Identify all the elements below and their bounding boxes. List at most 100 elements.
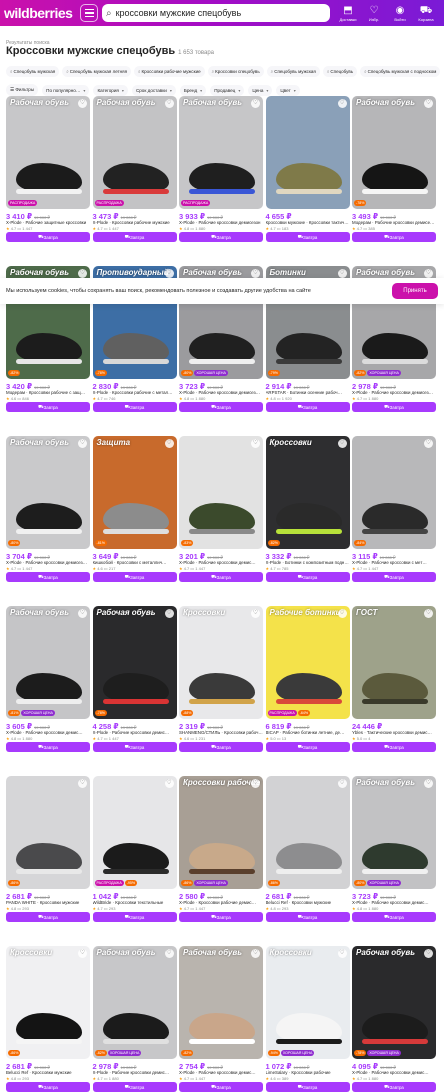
- favorite-heart-icon[interactable]: ♡: [164, 99, 174, 108]
- product-card[interactable]: Рабочая обувь ♡ -80% 3 704 ₽19 000 ₽ X-Plode…: [6, 436, 90, 582]
- add-to-cart-button[interactable]: ⛟ Завтра: [6, 1082, 90, 1092]
- product-image[interactable]: Кроссовки ♡ -82%: [265, 436, 350, 549]
- breadcrumb[interactable]: Результаты поиска: [0, 26, 444, 46]
- product-image[interactable]: Рабочие ботинки ♡ РАСПРОДАЖА -64%: [265, 606, 350, 719]
- filter-dropdown[interactable]: Продавец ▾: [210, 84, 245, 96]
- suggestion-tag[interactable]: ⌕Спецобувь мужская: [6, 65, 60, 77]
- wildberries-logo[interactable]: wildberries: [4, 5, 80, 21]
- product-image[interactable]: Рабочая обувь ♡ -78% ХОРОШАЯ ЦЕНА: [352, 946, 436, 1059]
- product-image[interactable]: Кроссовки ♡ -94% ХОРОШАЯ ЦЕНА: [265, 946, 350, 1059]
- add-to-cart-button[interactable]: ⛟ Завтра: [265, 912, 350, 922]
- favorite-heart-icon[interactable]: ♡: [424, 609, 433, 618]
- favorite-heart-icon[interactable]: ♡: [164, 269, 174, 278]
- product-image[interactable]: Рабочая обувь ♡ -80% ХОРОШАЯ ЦЕНА: [352, 776, 436, 889]
- add-to-cart-button[interactable]: ⛟ Завтра: [6, 572, 90, 582]
- favorite-heart-icon[interactable]: ♡: [337, 779, 347, 788]
- filter-dropdown[interactable]: Срок доставки ▾: [131, 84, 176, 96]
- product-image[interactable]: Кроссовки ♡ -86%: [6, 946, 90, 1059]
- favorite-heart-icon[interactable]: ♡: [251, 949, 260, 958]
- product-image[interactable]: Рабочая обувь ♡ РАСПРОДАЖА: [6, 96, 90, 209]
- favorite-heart-icon[interactable]: ♡: [78, 949, 87, 958]
- favorite-heart-icon[interactable]: ♡: [251, 99, 260, 108]
- product-image[interactable]: Рабочая обувь ♡ -78%: [92, 606, 177, 719]
- favorite-heart-icon[interactable]: ♡: [424, 99, 433, 108]
- product-card[interactable]: Рабочая обувь ♡ -80% ХОРОШАЯ ЦЕНА 3 723 ₽19 …: [352, 776, 436, 922]
- product-image[interactable]: ♡ -86%: [265, 776, 350, 889]
- add-to-cart-button[interactable]: ⛟ Завтра: [352, 912, 436, 922]
- product-card[interactable]: Кроссовки ♡ -82% 3 332 ₽19 000 ₽ X-Plode · Б…: [265, 436, 350, 582]
- product-card[interactable]: Кроссовки ♡ -94% ХОРОШАЯ ЦЕНА 1 072 ₽19 000 …: [265, 946, 350, 1092]
- product-image[interactable]: ♡: [265, 96, 350, 209]
- favorite-heart-icon[interactable]: ♡: [424, 949, 433, 958]
- product-card[interactable]: Рабочая обувь ♡ -78% 4 258 ₽19 000 ₽ X-Plode…: [92, 606, 177, 752]
- product-card[interactable]: Рабочая обувь ♡ -78% ХОРОШАЯ ЦЕНА 4 095 ₽19 …: [352, 946, 436, 1092]
- add-to-cart-button[interactable]: ⛟ Завтра: [352, 742, 436, 752]
- add-to-cart-button[interactable]: ⛟ Завтра: [265, 1082, 350, 1092]
- product-card[interactable]: Рабочая обувь ♡ -82% ХОРОШАЯ ЦЕНА 2 978 ₽19 …: [92, 946, 177, 1092]
- add-to-cart-button[interactable]: ⛟ Завтра: [6, 912, 90, 922]
- product-image[interactable]: Рабочая обувь ♡ -81% ХОРОШАЯ ЦЕНА: [6, 606, 90, 719]
- add-to-cart-button[interactable]: ⛟ Завтра: [179, 912, 263, 922]
- product-image[interactable]: Кроссовки рабочие ♡ -86% ХОРОШАЯ ЦЕНА: [179, 776, 263, 889]
- add-to-cart-button[interactable]: ⛟ Завтра: [6, 402, 90, 412]
- product-image[interactable]: Рабочая обувь ♡ -78%: [352, 96, 436, 209]
- favorite-heart-icon[interactable]: ♡: [164, 779, 174, 788]
- favorite-heart-icon[interactable]: ♡: [337, 99, 347, 108]
- favorite-heart-icon[interactable]: ♡: [78, 99, 87, 108]
- product-card[interactable]: ♡ -84% 3 115 ₽19 000 ₽ X-Plode · Рабочие кр…: [352, 436, 436, 582]
- add-to-cart-button[interactable]: ⛟ Завтра: [92, 572, 177, 582]
- product-image[interactable]: Рабочая обувь ♡ -80%: [6, 436, 90, 549]
- favorite-heart-icon[interactable]: ♡: [424, 779, 433, 788]
- product-card[interactable]: Рабочие ботинки ♡ РАСПРОДАЖА -64% 6 819 ₽19 …: [265, 606, 350, 752]
- product-image[interactable]: ♡ -84%: [352, 436, 436, 549]
- product-image[interactable]: Рабочая обувь ♡ РАСПРОДАЖА: [179, 96, 263, 209]
- add-to-cart-button[interactable]: ⛟ Завтра: [265, 232, 350, 242]
- add-to-cart-button[interactable]: ⛟ Завтра: [92, 1082, 177, 1092]
- add-to-cart-button[interactable]: ⛟ Завтра: [92, 912, 177, 922]
- header-action-login[interactable]: ◉ Войти: [388, 5, 412, 22]
- header-action-deliveries[interactable]: ⬒ Доставки: [336, 5, 360, 22]
- add-to-cart-button[interactable]: ⛟ Завтра: [352, 572, 436, 582]
- product-card[interactable]: Рабочая обувь ♡ РАСПРОДАЖА 3 933 ₽19 000 ₽ X…: [179, 96, 263, 242]
- product-image[interactable]: Рабочая обувь ♡ -82% ХОРОШАЯ ЦЕНА: [92, 946, 177, 1059]
- product-card[interactable]: ГОСТ ♡ 24 446 ₽ Ybles · Тактические кроссов…: [352, 606, 436, 752]
- product-card[interactable]: Рабочая обувь ♡ -81% ХОРОШАЯ ЦЕНА 3 605 ₽19 …: [6, 606, 90, 752]
- add-to-cart-button[interactable]: ⛟ Завтра: [179, 402, 263, 412]
- add-to-cart-button[interactable]: ⛟ Завтра: [352, 1082, 436, 1092]
- add-to-cart-button[interactable]: ⛟ Завтра: [265, 402, 350, 412]
- menu-burger-button[interactable]: [80, 4, 98, 22]
- product-card[interactable]: ♡ 4 655 ₽ Кроссовки мужские · Кроссовки та…: [265, 96, 350, 242]
- product-card[interactable]: ♡ -83% 3 201 ₽19 000 ₽ X-Plode · Рабочие кр…: [179, 436, 263, 582]
- add-to-cart-button[interactable]: ⛟ Завтра: [179, 232, 263, 242]
- add-to-cart-button[interactable]: ⛟ Завтра: [179, 1082, 263, 1092]
- favorite-heart-icon[interactable]: ♡: [337, 269, 347, 278]
- product-card[interactable]: Защита ♡ -81% 3 649 ₽19 000 ₽ Кишкобой · Кро…: [92, 436, 177, 582]
- product-card[interactable]: Кроссовки рабочие ♡ -86% ХОРОШАЯ ЦЕНА 2 580 …: [179, 776, 263, 922]
- add-to-cart-button[interactable]: ⛟ Завтра: [179, 742, 263, 752]
- suggestion-tag[interactable]: ⌕Спецобувь: [322, 65, 358, 77]
- accept-cookies-button[interactable]: Принять: [392, 283, 438, 299]
- filter-dropdown[interactable]: Бренд ▾: [179, 84, 207, 96]
- favorite-heart-icon[interactable]: ♡: [78, 779, 87, 788]
- product-card[interactable]: Рабочая обувь ♡ РАСПРОДАЖА 3 410 ₽19 000 ₽ X…: [6, 96, 90, 242]
- product-image[interactable]: Защита ♡ -81%: [92, 436, 177, 549]
- product-image[interactable]: Рабочая обувь ♡ РАСПРОДАЖА: [92, 96, 177, 209]
- favorite-heart-icon[interactable]: ♡: [78, 609, 87, 618]
- product-card[interactable]: Рабочая обувь ♡ -82% 2 754 ₽19 000 ₽ X-Plode…: [179, 946, 263, 1092]
- suggestion-tag[interactable]: ⌕Спецобувь мужская с подноском: [360, 65, 441, 77]
- add-to-cart-button[interactable]: ⛟ Завтра: [352, 402, 436, 412]
- product-card[interactable]: ♡ РАСПРОДАЖА -95% 1 042 ₽19 000 ₽ WildBride …: [92, 776, 177, 922]
- favorite-heart-icon[interactable]: ♡: [251, 439, 260, 448]
- filter-dropdown[interactable]: Цвет ▾: [276, 84, 300, 96]
- add-to-cart-button[interactable]: ⛟ Завтра: [6, 232, 90, 242]
- favorite-heart-icon[interactable]: ♡: [337, 439, 347, 448]
- product-card[interactable]: Кроссовки ♡ -86% 2 681 ₽19 000 ₽ Belucci Ref…: [6, 946, 90, 1092]
- suggestion-tag[interactable]: ⌕Кроссовки рабочие мужские: [134, 65, 205, 77]
- favorite-heart-icon[interactable]: ♡: [424, 439, 433, 448]
- product-image[interactable]: ГОСТ ♡: [352, 606, 436, 719]
- favorite-heart-icon[interactable]: ♡: [424, 269, 433, 278]
- add-to-cart-button[interactable]: ⛟ Завтра: [92, 742, 177, 752]
- header-action-favorites[interactable]: ♡ Избр.: [362, 5, 386, 22]
- add-to-cart-button[interactable]: ⛟ Завтра: [179, 572, 263, 582]
- add-to-cart-button[interactable]: ⛟ Завтра: [92, 402, 177, 412]
